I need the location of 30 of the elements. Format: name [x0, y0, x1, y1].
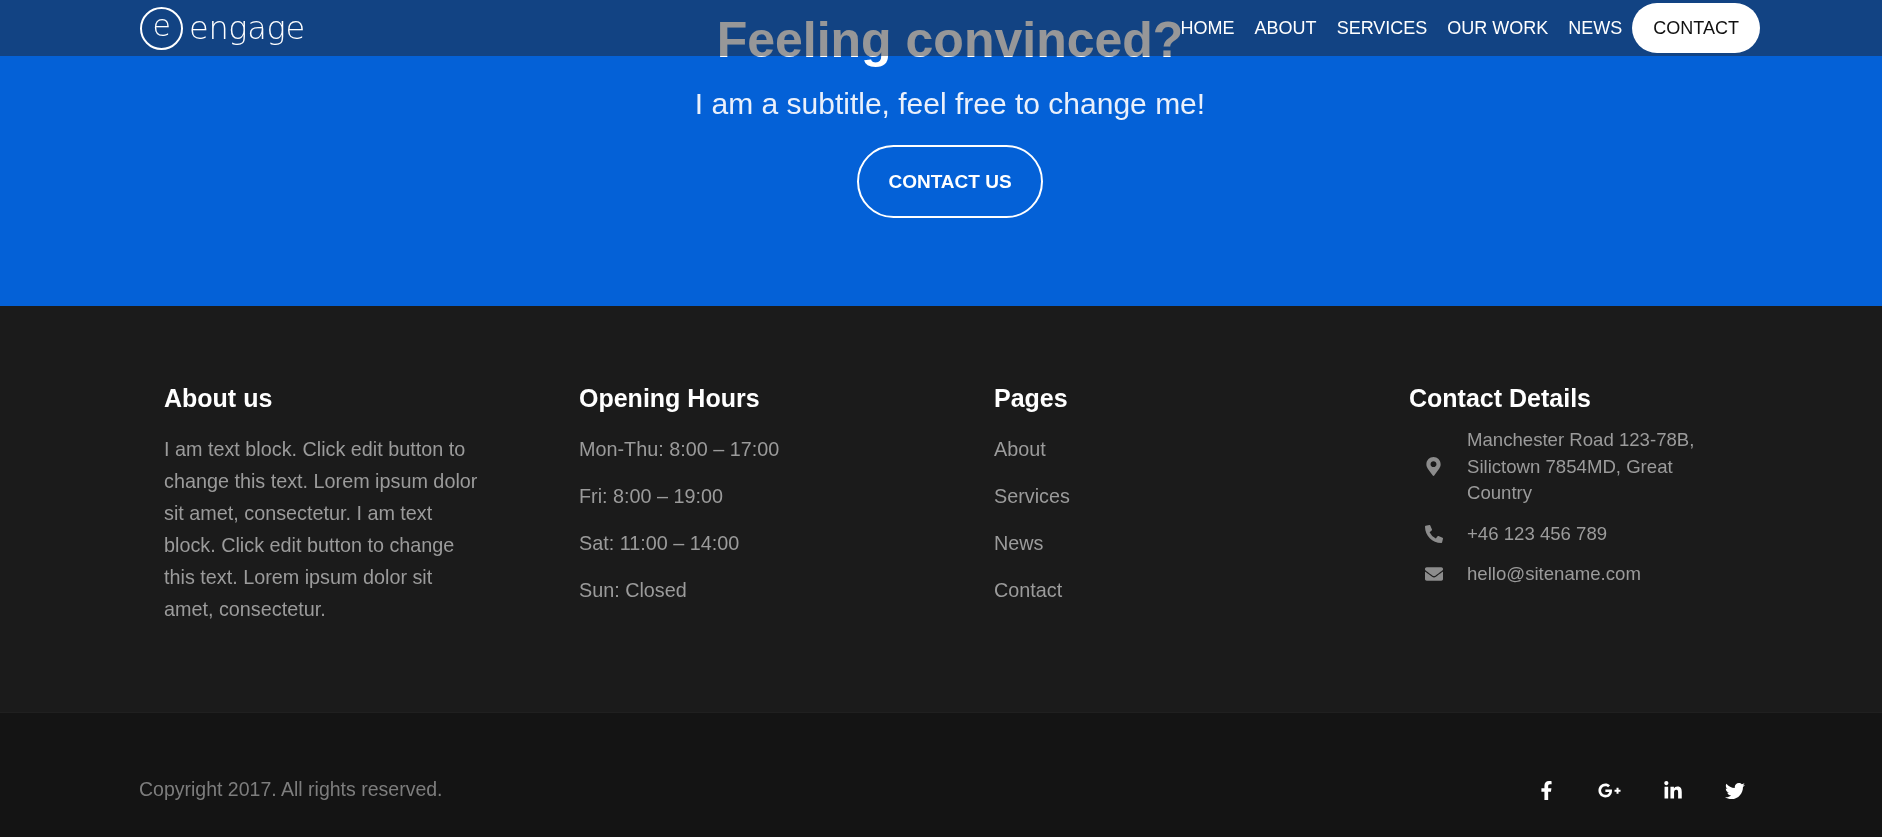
location-pin-icon	[1424, 457, 1443, 477]
page-link[interactable]: Contact	[994, 574, 1063, 606]
hero-subtitle: I am a subtitle, feel free to change me!	[694, 86, 1206, 122]
nav-link[interactable]: OUR WORK	[1447, 17, 1549, 39]
opening-hours-item: Mon-Thu: 8:00 – 17:00	[579, 437, 780, 462]
contact-us-button[interactable]: CONTACT US	[857, 145, 1043, 218]
page-link[interactable]: News	[994, 527, 1044, 559]
nav-link[interactable]: ABOUT	[1254, 17, 1317, 39]
column-heading: About us	[164, 383, 274, 413]
linkedin-icon[interactable]	[1663, 780, 1683, 801]
page-link[interactable]: About	[994, 433, 1046, 465]
phone-icon	[1424, 524, 1443, 543]
nav-link[interactable]: HOME	[1180, 17, 1235, 39]
contact-button[interactable]: CONTACT	[1632, 3, 1760, 53]
about-text: I am text block. Click edit button to change this text. Lorem ipsum dolor sit amet, consectetur. I am text block. Click edit button to change this text. Lorem ipsum dolor sit amet, consectetur.	[164, 437, 479, 622]
address-text: Manchester Road 123-78B, Silictown 7854MD, Great Country	[1467, 428, 1696, 505]
twitter-icon[interactable]	[1725, 780, 1745, 801]
envelope-icon	[1424, 565, 1443, 584]
opening-hours-item: Sat: 11:00 – 14:00	[579, 531, 740, 556]
copyright-text: Copyright 2017. All rights reserved.	[139, 777, 443, 802]
nav-link[interactable]: SERVICES	[1336, 17, 1428, 39]
email-text: hello@sitename.com	[1467, 562, 1642, 586]
column-heading: Pages	[994, 383, 1069, 413]
page-link[interactable]: Services	[994, 480, 1070, 512]
column-heading: Contact Details	[1409, 383, 1592, 413]
opening-hours-item: Sun: Closed	[579, 578, 687, 603]
phone-text: +46 123 456 789	[1467, 521, 1609, 546]
opening-hours-item: Fri: 8:00 – 19:00	[579, 484, 724, 509]
nav-link[interactable]: NEWS	[1568, 17, 1623, 39]
column-heading: Opening Hours	[579, 383, 761, 413]
